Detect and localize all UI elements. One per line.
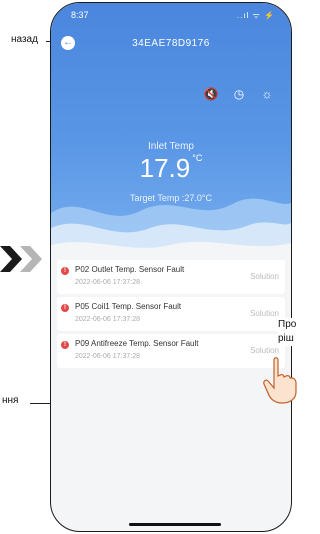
inlet-temp-unit: °C [192,153,203,163]
mute-icon[interactable]: 🔇 [203,87,219,101]
error-icon: ! [61,341,69,349]
inlet-temp-label: Inlet Temp [148,141,194,152]
hand-pointer-icon [263,357,297,404]
annotation-fault: ння [2,395,19,406]
fault-list: ! P02 Outlet Temp. Sensor Fault 2022-06-… [57,260,285,371]
solution-link[interactable]: Solution [250,346,279,355]
fault-item[interactable]: ! P02 Outlet Temp. Sensor Fault 2022-06-… [57,260,285,294]
fault-title: P05 Coil1 Temp. Sensor Fault [75,302,182,311]
error-icon: ! [61,304,69,312]
fault-title: P02 Outlet Temp. Sensor Fault [75,265,185,274]
clock-icon[interactable]: ◷ [231,87,247,101]
sun-icon[interactable]: ☼ [259,87,275,101]
toolbar: 🔇 ◷ ☼ [203,87,275,101]
solution-link[interactable]: Solution [250,272,279,281]
device-id-title: 34EAE78D9176 [132,38,210,49]
fault-item[interactable]: ! P09 Antifreeze Temp. Sensor Fault 2022… [57,334,285,368]
home-indicator [129,523,221,526]
fault-time: 2022-06-06 17:37:28 [75,279,140,286]
double-chevron-right-icon [0,246,42,272]
phone-screen: 8:37 ..ıl ᯤ ⚡ ← 34EAE78D9176 🔇 ◷ ☼ Inlet… [50,2,292,532]
fault-time: 2022-06-06 17:37:28 [75,316,140,323]
annotation-solution: Про рiш [278,318,298,346]
solution-link[interactable]: Solution [250,309,279,318]
status-time: 8:37 [71,10,89,20]
status-icons: ..ıl ᯤ ⚡ [236,11,275,20]
wave-decoration [51,198,291,268]
error-icon: ! [61,267,69,275]
status-bar: 8:37 ..ıl ᯤ ⚡ [71,10,275,24]
fault-title: P09 Antifreeze Temp. Sensor Fault [75,339,199,348]
annotation-back: назад [11,34,38,45]
fault-item[interactable]: ! P05 Coil1 Temp. Sensor Fault 2022-06-0… [57,297,285,331]
fault-time: 2022-06-06 17:37:28 [75,353,140,360]
